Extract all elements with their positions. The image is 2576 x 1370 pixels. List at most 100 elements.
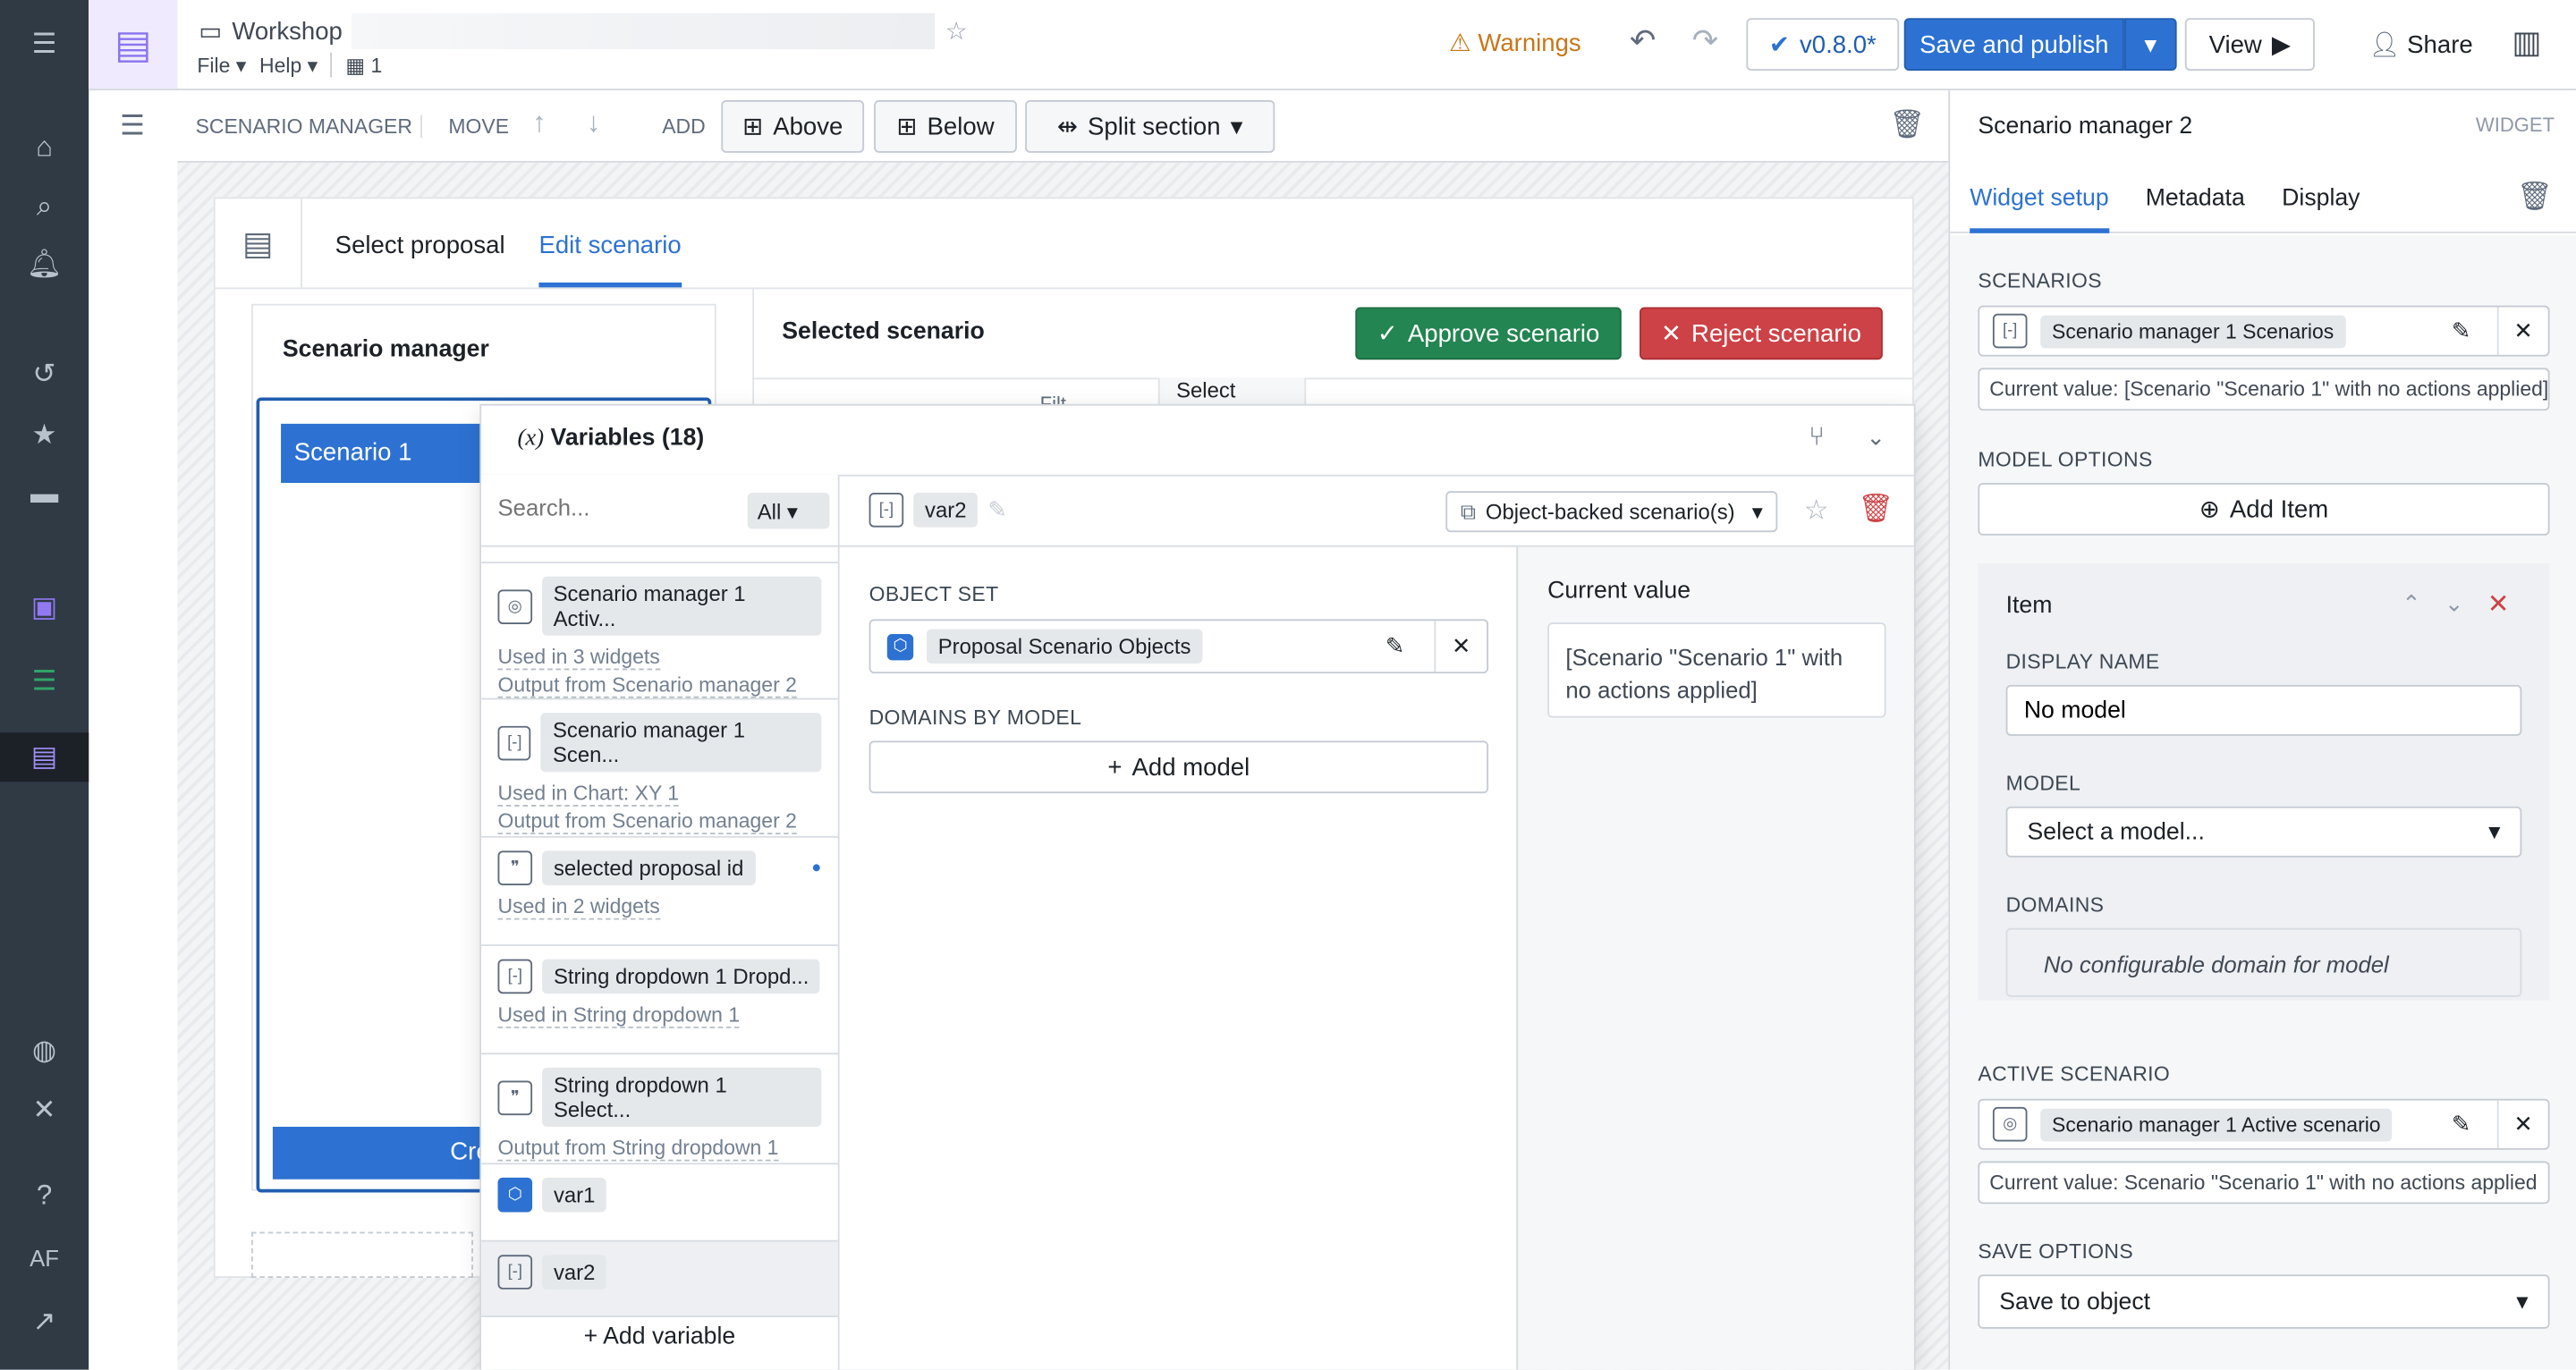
list-item-selected[interactable]: [-] var2 — [481, 1241, 838, 1318]
redo-icon[interactable]: ↷ — [1692, 23, 1718, 61]
redacted-title — [352, 13, 936, 50]
tab-widget-setup[interactable]: Widget setup — [1970, 186, 2109, 233]
add-item-button[interactable]: ⊕ Add Item — [1978, 482, 2550, 536]
variable-type-dropdown[interactable]: ⧉ Object-backed scenario(s) ▾ — [1445, 491, 1778, 533]
active-scenario-field[interactable]: ◎ Scenario manager 1 Active scenario ✎ ✕ — [1978, 1098, 2550, 1150]
favorite-star-icon[interactable]: ☆ — [1804, 495, 1829, 528]
edit-pencil-icon[interactable]: ✎ — [1385, 632, 1421, 660]
display-name-input[interactable] — [2005, 684, 2522, 736]
clear-icon[interactable]: ✕ — [1434, 621, 1487, 672]
add-variable-button[interactable]: + Add variable — [481, 1323, 838, 1349]
collapse-outline-icon[interactable]: ☰ — [120, 110, 145, 143]
shuffle-icon[interactable]: ✕ — [0, 1086, 89, 1135]
help-menu[interactable]: Help ▾ — [259, 53, 318, 78]
add-above-button[interactable]: ⊞ Above — [721, 100, 865, 153]
x-icon: ✕ — [1660, 320, 1682, 349]
graph-icon[interactable]: ⑂ — [1809, 424, 1825, 453]
tab-edit-scenario[interactable]: Edit scenario — [538, 232, 682, 288]
type-icon: ⧉ — [1460, 498, 1476, 523]
array-icon: [-] — [497, 724, 532, 760]
breadcrumb-app[interactable]: Workshop — [232, 17, 343, 45]
arrow-up-right-icon[interactable]: ↗ — [0, 1298, 89, 1347]
edit-pencil-icon[interactable]: ✎ — [2452, 317, 2484, 344]
scenario-icon: ◎ — [1992, 1106, 2028, 1142]
expand-sidebar-icon[interactable]: ☰ — [0, 20, 89, 69]
folder-icon[interactable]: ▬ — [0, 469, 89, 519]
delete-variable-icon[interactable]: 🗑︎ — [1858, 493, 1894, 526]
file-menu[interactable]: File ▾ — [197, 53, 246, 78]
warnings-button[interactable]: ⚠ Warnings — [1449, 28, 1581, 57]
object-set-field[interactable]: ⬡ Proposal Scenario Objects ✎ ✕ — [869, 619, 1489, 674]
variables-title: (x) Variables (18) — [517, 425, 705, 452]
star-icon[interactable]: ★ — [0, 410, 89, 460]
list-item[interactable]: [-] Scenario manager 1 Scen... Used in Cha… — [481, 699, 838, 838]
section-toolbar: ☰ SCENARIO MANAGER MOVE ↑ ↓ ADD ⊞ Above ⊞… — [120, 90, 1949, 163]
move-up-icon[interactable]: ↑ — [532, 106, 547, 140]
list-item[interactable]: [-] String dropdown 1 Dropd... Used in Str… — [481, 946, 838, 1055]
list-item[interactable]: ◎ Scenario manager 1 Activ... Used in 3 wi… — [481, 562, 838, 700]
panel-toggle-icon[interactable]: ▥ — [2512, 25, 2541, 63]
checklist-icon[interactable]: ☰ — [0, 657, 89, 706]
save-publish-button[interactable]: Save and publish — [1903, 18, 2124, 71]
undo-icon[interactable]: ↶ — [1630, 23, 1656, 61]
tab-metadata[interactable]: Metadata — [2146, 186, 2245, 212]
share-button[interactable]: 👤︎ Share — [2369, 30, 2473, 59]
favorite-star-icon[interactable]: ☆ — [945, 16, 968, 46]
tab-select-proposal[interactable]: Select proposal — [335, 232, 505, 259]
model-item-card: Item ⌃ ⌄ ✕ DISPLAY NAME MODEL Select a m… — [1978, 562, 2550, 1001]
delete-section-icon[interactable]: 🗑︎ — [1889, 108, 1925, 141]
split-icon: ⇹ — [1056, 113, 1079, 141]
split-section-button[interactable]: ⇹ Split section ▾ — [1025, 100, 1275, 153]
add-model-button[interactable]: + Add model — [869, 740, 1489, 794]
notifications-icon[interactable]: 🔔︎ — [0, 240, 89, 289]
user-initials[interactable]: AF — [0, 1233, 89, 1282]
move-down-icon[interactable]: ↓ — [587, 106, 601, 140]
person-icon: 👤︎ — [2368, 30, 2401, 60]
list-item[interactable]: ⬡ var1 — [481, 1164, 838, 1242]
search-icon[interactable]: ⌕ — [0, 182, 89, 232]
history-icon[interactable]: ↺ — [0, 350, 89, 399]
add-below-button[interactable]: ⊞ Below — [874, 100, 1017, 153]
edit-pencil-icon[interactable]: ✎ — [2452, 1111, 2484, 1138]
clear-icon[interactable]: ✕ — [2496, 1100, 2548, 1148]
delete-widget-icon[interactable]: 🗑︎ — [2517, 181, 2553, 214]
variable-search-input[interactable] — [497, 494, 728, 521]
workshop-logo-icon: ▤ — [89, 0, 178, 89]
scenario-list-item[interactable]: Scenario 1 — [281, 423, 512, 483]
add-label: ADD — [662, 114, 706, 139]
help-icon[interactable]: ? — [0, 1171, 89, 1221]
save-options-select[interactable]: Save to object ▾ — [1978, 1274, 2550, 1329]
check-icon: ✓ — [1377, 320, 1398, 349]
variable-name[interactable]: var2 — [913, 493, 979, 528]
clear-icon[interactable]: ✕ — [2496, 307, 2548, 355]
approve-scenario-button[interactable]: ✓ Approve scenario — [1355, 307, 1622, 360]
variable-filter-dropdown[interactable]: All ▾ — [747, 493, 830, 529]
workshop-icon[interactable]: ▤ — [0, 732, 89, 782]
model-select[interactable]: Select a model... ▾ — [2005, 806, 2522, 858]
scenario-manager-title: Scenario manager — [282, 336, 489, 363]
view-button[interactable]: View ▶ — [2184, 18, 2315, 71]
collapse-chevron-icon[interactable]: ⌄ — [1866, 424, 1885, 452]
version-button[interactable]: ✔ v0.8.0* — [1746, 18, 1900, 71]
reject-scenario-button[interactable]: ✕ Reject scenario — [1640, 307, 1883, 360]
verified-icon: ✔ — [1768, 30, 1790, 60]
app-icon[interactable]: ▣ — [0, 583, 89, 632]
save-options-caret[interactable]: ▾ — [2123, 18, 2177, 71]
create-scenario-button[interactable]: Cre — [272, 1126, 504, 1180]
move-up-chevron-icon[interactable]: ⌃ — [2402, 589, 2421, 617]
pages-indicator[interactable]: ▦ 1 — [330, 52, 382, 78]
list-item[interactable]: ❞ String dropdown 1 Select... Output from … — [481, 1054, 838, 1165]
scenarios-variable-field[interactable]: [-] Scenario manager 1 Scenarios ✎ ✕ — [1978, 305, 2550, 357]
list-item[interactable]: ❞ selected proposal id ● Used in 2 widgets — [481, 838, 838, 946]
remove-item-icon[interactable]: ✕ — [2487, 588, 2510, 622]
globe-icon[interactable]: ◍ — [0, 1027, 89, 1076]
variable-icon: (x) — [517, 425, 545, 452]
move-down-chevron-icon[interactable]: ⌄ — [2445, 589, 2464, 617]
scenarios-current-value: Current value: [Scenario "Scenario 1" wi… — [1978, 368, 2550, 411]
tab-display[interactable]: Display — [2282, 186, 2360, 212]
insert-above-icon: ⊞ — [742, 113, 764, 141]
plus-circle-icon: ⊕ — [2199, 495, 2220, 524]
rename-pencil-icon[interactable]: ✎ — [987, 496, 1007, 524]
home-icon[interactable]: ⌂ — [0, 123, 89, 173]
array-icon: [-] — [1992, 313, 2028, 349]
